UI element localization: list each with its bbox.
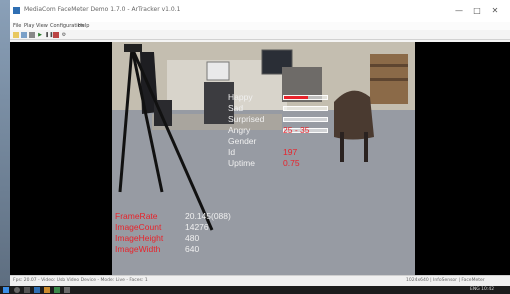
emotion-label: Surprised (228, 114, 265, 124)
emotion-row-surprised: Surprised (228, 114, 348, 125)
store-icon[interactable] (54, 287, 60, 293)
task-view-icon[interactable] (24, 287, 30, 293)
emotion-label: Sad (228, 103, 244, 113)
status-bar: Fps: 20.07 - Video: Usb Video Device - M… (10, 275, 510, 286)
window-title: MediaCom FaceMeter Demo 1.7.0 - ArTracke… (24, 6, 181, 13)
emotion-meter-fill (284, 96, 308, 99)
maximize-button[interactable]: □ (470, 6, 484, 16)
attribute-row-age: Age 25 - 35 (228, 125, 309, 136)
start-icon[interactable] (3, 287, 9, 293)
search-icon[interactable] (14, 287, 20, 293)
stat-label: ImageHeight (115, 233, 164, 243)
emotion-label: Happy (228, 92, 253, 102)
emotion-row-happy: Happy (228, 92, 348, 103)
stat-value: 14276 (185, 222, 209, 232)
stat-value: 20.145(088) (185, 211, 231, 221)
stat-value: 480 (185, 233, 200, 243)
play-icon[interactable]: ▶ (37, 32, 43, 38)
minimize-button[interactable]: — (452, 6, 466, 16)
menu-view[interactable]: View (36, 22, 48, 30)
stat-label: FrameRate (115, 211, 158, 221)
file-explorer-icon[interactable] (44, 287, 50, 293)
title-bar[interactable]: MediaCom FaceMeter Demo 1.7.0 - ArTracke… (10, 0, 510, 22)
attribute-label: Uptime (228, 158, 255, 168)
settings-icon[interactable]: ⚙ (61, 32, 67, 38)
age-value: 25 - 35 (283, 125, 310, 135)
attribute-row-uptime: Uptime 0.75 (228, 158, 300, 169)
attribute-label: Id (228, 147, 236, 157)
attribute-row-id: Id 197 (228, 147, 297, 158)
facemeter-app-icon[interactable] (64, 287, 70, 293)
emotion-meter (283, 106, 328, 111)
emotion-row-sad: Sad (228, 103, 348, 114)
stat-label: ImageWidth (115, 244, 161, 254)
emotion-meter (283, 95, 328, 100)
app-window: MediaCom FaceMeter Demo 1.7.0 - ArTracke… (10, 0, 510, 286)
system-tray-clock[interactable]: ENG 10:42 (470, 287, 494, 292)
stat-value: 640 (185, 244, 200, 254)
camera-icon[interactable] (29, 32, 35, 38)
menu-help[interactable]: Help (78, 22, 89, 30)
attribute-row-gender: Gender (228, 136, 256, 147)
stop-icon[interactable] (53, 32, 59, 38)
menu-bar: File Play View Configuration Help (10, 22, 510, 30)
taskbar: ENG 10:42 (0, 286, 510, 294)
toolbar: ▶ ❚❚ ⚙ (10, 30, 510, 40)
video-viewport: Happy Sad Surprised Angry Age 25 (10, 42, 510, 275)
stat-label: ImageCount (115, 222, 162, 232)
desktop: MediaCom FaceMeter Demo 1.7.0 - ArTracke… (0, 0, 510, 294)
emotion-meter (283, 117, 328, 122)
app-icon (13, 7, 20, 14)
menu-file[interactable]: File (13, 22, 21, 30)
stat-row-imageheight: ImageHeight 480 (115, 233, 199, 244)
open-folder-icon[interactable] (13, 32, 19, 38)
stat-row-imagecount: ImageCount 14276 (115, 222, 209, 233)
edge-browser-icon[interactable] (34, 287, 40, 293)
close-button[interactable]: ✕ (488, 6, 502, 16)
desktop-background-strip (0, 0, 10, 286)
attribute-label: Gender (228, 136, 257, 146)
stat-row-framerate: FrameRate 20.145(088) (115, 211, 231, 222)
id-value: 197 (283, 147, 298, 157)
pause-icon[interactable]: ❚❚ (45, 32, 53, 38)
status-text-right: 1024x640 | InfoSensor | FaceMeter (406, 278, 485, 283)
menu-play[interactable]: Play (24, 22, 34, 30)
stat-row-imagewidth: ImageWidth 640 (115, 244, 199, 255)
uptime-value: 0.75 (283, 158, 300, 168)
save-icon[interactable] (21, 32, 27, 38)
status-text-left: Fps: 20.07 - Video: Usb Video Device - M… (13, 278, 148, 283)
